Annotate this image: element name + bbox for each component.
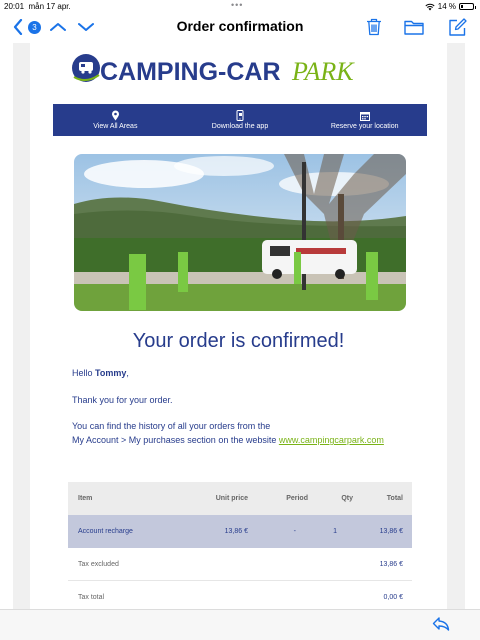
order-table: Item Unit price Period Qty Total Account… bbox=[68, 482, 412, 609]
logo-text-main: CAMPING-CAR bbox=[100, 58, 281, 86]
col-header-period: Period bbox=[286, 495, 308, 502]
phone-icon bbox=[236, 110, 244, 121]
tax-excluded-row: Tax excluded 13,86 € bbox=[68, 548, 412, 581]
cell-qty: 1 bbox=[333, 528, 337, 535]
trash-icon[interactable] bbox=[364, 17, 384, 37]
logo-text-accent: PARK bbox=[291, 57, 355, 86]
tax-excluded-value: 13,86 € bbox=[379, 560, 403, 568]
download-app-link[interactable]: Download the app bbox=[178, 104, 303, 136]
campingcar-park-logo[interactable]: CAMPING-CAR PARK bbox=[70, 51, 370, 91]
location-pin-icon bbox=[111, 110, 119, 121]
greeting: Hello Tommy, bbox=[72, 368, 129, 378]
order-confirmed-headline: Your order is confirmed! bbox=[132, 330, 345, 352]
reserve-location-label: Reserve your location bbox=[330, 122, 399, 130]
greeting-suffix: , bbox=[126, 368, 129, 378]
website-link[interactable]: www.campingcarpark.com bbox=[279, 435, 384, 445]
quick-links-banner: View All Areas Download the app Reserve … bbox=[53, 104, 427, 136]
view-all-areas-label: View All Areas bbox=[93, 123, 138, 130]
email-content: CAMPING-CAR PARK View All Areas Download… bbox=[30, 43, 447, 609]
email-viewer[interactable]: CAMPING-CAR PARK View All Areas Download… bbox=[13, 43, 465, 609]
status-right: 14 % bbox=[425, 2, 476, 11]
cell-unit-price: 13,86 € bbox=[224, 528, 248, 535]
thanks-text: Thank you for your order. bbox=[72, 395, 173, 405]
cell-total: 13,86 € bbox=[379, 528, 403, 535]
hero-photo bbox=[74, 154, 406, 311]
multitasking-dots[interactable]: ••• bbox=[231, 0, 243, 10]
view-all-areas-link[interactable]: View All Areas bbox=[53, 104, 178, 136]
cell-item: Account recharge bbox=[78, 528, 133, 535]
col-header-qty: Qty bbox=[341, 495, 353, 502]
status-time: 20:01 mån 17 apr. bbox=[4, 2, 71, 11]
cell-period: - bbox=[293, 528, 296, 535]
col-header-total: Total bbox=[386, 495, 403, 502]
table-row: Account recharge 13,86 € - 1 13,86 € bbox=[68, 515, 412, 548]
reply-icon[interactable] bbox=[432, 616, 450, 637]
reserve-location-link[interactable]: Reserve your location bbox=[302, 104, 427, 136]
battery-percent: 14 % bbox=[437, 2, 456, 11]
history-text-line2: My Account > My purchases section on the… bbox=[72, 435, 384, 445]
compose-icon[interactable] bbox=[446, 17, 468, 37]
tax-total-label: Tax total bbox=[78, 593, 105, 601]
history-text-line1: You can find the history of all your ord… bbox=[72, 421, 271, 431]
bottom-toolbar bbox=[0, 609, 480, 640]
history-text-path: My Account > My purchases section on the… bbox=[72, 435, 279, 445]
tax-total-row: Tax total 0,00 € bbox=[68, 581, 412, 609]
greeting-prefix: Hello bbox=[72, 368, 96, 378]
wifi-icon bbox=[425, 3, 435, 10]
customer-name: Tommy bbox=[95, 368, 127, 378]
tax-excluded-label: Tax excluded bbox=[78, 560, 119, 568]
tax-total-value: 0,00 € bbox=[383, 593, 403, 601]
table-header-row: Item Unit price Period Qty Total bbox=[68, 482, 412, 515]
col-header-unit-price: Unit price bbox=[215, 495, 248, 502]
calendar-icon bbox=[359, 111, 370, 121]
battery-icon bbox=[459, 3, 476, 10]
col-header-item: Item bbox=[78, 495, 93, 502]
folder-icon[interactable] bbox=[403, 17, 425, 37]
mail-navbar: 3 Order confirmation bbox=[0, 12, 480, 42]
download-app-label: Download the app bbox=[211, 123, 269, 130]
